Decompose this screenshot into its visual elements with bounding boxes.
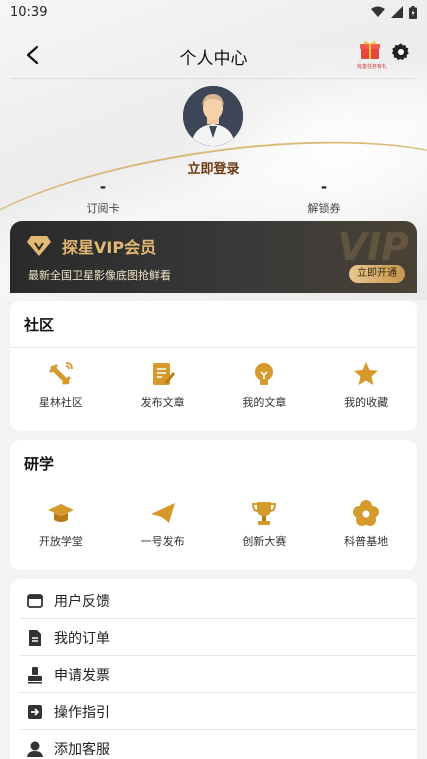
menu-item-innovation-contest[interactable]: 创新大赛: [214, 499, 316, 549]
section-divider: [10, 347, 417, 348]
menu-item-science-base[interactable]: 科普基地: [315, 499, 417, 549]
header: 个人中心 完善任务有礼: [0, 36, 427, 76]
menu-item-label: 一号发布: [140, 535, 185, 548]
study-card: 研学 开放学堂 一号发布 创新大赛 科普基地: [10, 440, 417, 570]
login-link[interactable]: 立即登录: [0, 158, 427, 177]
menu-item-publish-article[interactable]: 发布文章: [112, 360, 214, 410]
flower-icon: [353, 500, 380, 526]
header-divider: [10, 78, 417, 79]
stat-value: -: [99, 178, 107, 196]
battery-icon: [409, 5, 417, 19]
list-item-label: 用户反馈: [54, 593, 110, 610]
menu-item-star-forest-community[interactable]: 星林社区: [10, 360, 112, 410]
list-item-label: 申请发票: [54, 667, 110, 684]
wifi-icon: [371, 6, 385, 17]
gear-icon[interactable]: [391, 42, 411, 62]
guide-icon: [28, 704, 42, 719]
community-card: 社区 星林社区 发布文章 我的文章 我的收藏: [10, 301, 417, 431]
edit-doc-icon: [152, 363, 175, 385]
menu-item-open-school[interactable]: 开放学堂: [10, 499, 112, 549]
menu-item-label: 我的文章: [242, 396, 287, 409]
menu-item-label: 星林社区: [38, 396, 83, 409]
back-arrow-icon[interactable]: [22, 44, 44, 66]
vip-subtitle: 最新全国卫星影像底图抢鲜看: [28, 269, 171, 282]
list-item-feedback[interactable]: 用户反馈: [10, 582, 417, 619]
open-vip-button[interactable]: 立即开通: [349, 265, 405, 283]
paper-plane-icon: [150, 503, 175, 523]
gift-label: 完善任务有礼: [357, 64, 388, 70]
star-icon: [354, 362, 379, 385]
list-item-label: 我的订单: [54, 630, 110, 647]
menu-item-label: 我的收藏: [344, 396, 389, 409]
status-time: 10:39: [10, 4, 48, 20]
gift-button[interactable]: 完善任务有礼: [357, 40, 388, 70]
feedback-icon: [27, 593, 43, 608]
satellite-icon: [48, 362, 73, 386]
avatar[interactable]: [181, 84, 245, 148]
settings-list: 用户反馈 我的订单 申请发票 操作指引 添加客服: [10, 579, 417, 759]
bulb-icon: [255, 363, 274, 385]
menu-item-label: 发布文章: [140, 396, 185, 409]
list-item-my-orders[interactable]: 我的订单: [10, 619, 417, 656]
list-item-add-customer-service[interactable]: 添加客服: [10, 730, 417, 759]
menu-item-label: 科普基地: [344, 535, 389, 548]
list-item-label: 添加客服: [54, 741, 110, 758]
menu-item-my-favorites[interactable]: 我的收藏: [315, 360, 417, 410]
stat-subscription-card[interactable]: - 订阅卡: [43, 178, 163, 216]
customer-service-icon: [27, 741, 43, 757]
study-title: 研学: [24, 455, 55, 473]
user-avatar-icon: [183, 86, 243, 146]
vip-watermark: VIP: [337, 225, 409, 269]
page-title: 个人中心: [179, 48, 248, 69]
signal-icon: [391, 6, 403, 18]
stat-label: 订阅卡: [86, 202, 120, 215]
gift-icon: [360, 41, 380, 59]
list-item-operation-guide[interactable]: 操作指引: [10, 693, 417, 730]
status-bar: 10:39: [0, 0, 427, 24]
vip-banner[interactable]: VIP 探星VIP会员 最新全国卫星影像底图抢鲜看 立即开通: [10, 221, 417, 293]
menu-item-label: 开放学堂: [38, 535, 83, 548]
stat-value: -: [320, 178, 328, 196]
menu-item-label: 创新大赛: [242, 535, 287, 548]
community-title: 社区: [24, 316, 55, 334]
stat-label: 解锁券: [307, 202, 341, 215]
menu-item-my-articles[interactable]: 我的文章: [214, 360, 316, 410]
list-item-label: 操作指引: [54, 704, 110, 721]
vip-title: 探星VIP会员: [62, 238, 157, 257]
stat-unlock-coupon[interactable]: - 解锁券: [264, 178, 384, 216]
list-item-apply-invoice[interactable]: 申请发票: [10, 656, 417, 693]
trophy-icon: [252, 502, 277, 525]
order-icon: [29, 629, 41, 646]
menu-item-no1-release[interactable]: 一号发布: [112, 499, 214, 549]
graduation-cap-icon: [47, 504, 74, 522]
invoice-icon: [28, 666, 42, 683]
diamond-icon: [27, 236, 51, 256]
